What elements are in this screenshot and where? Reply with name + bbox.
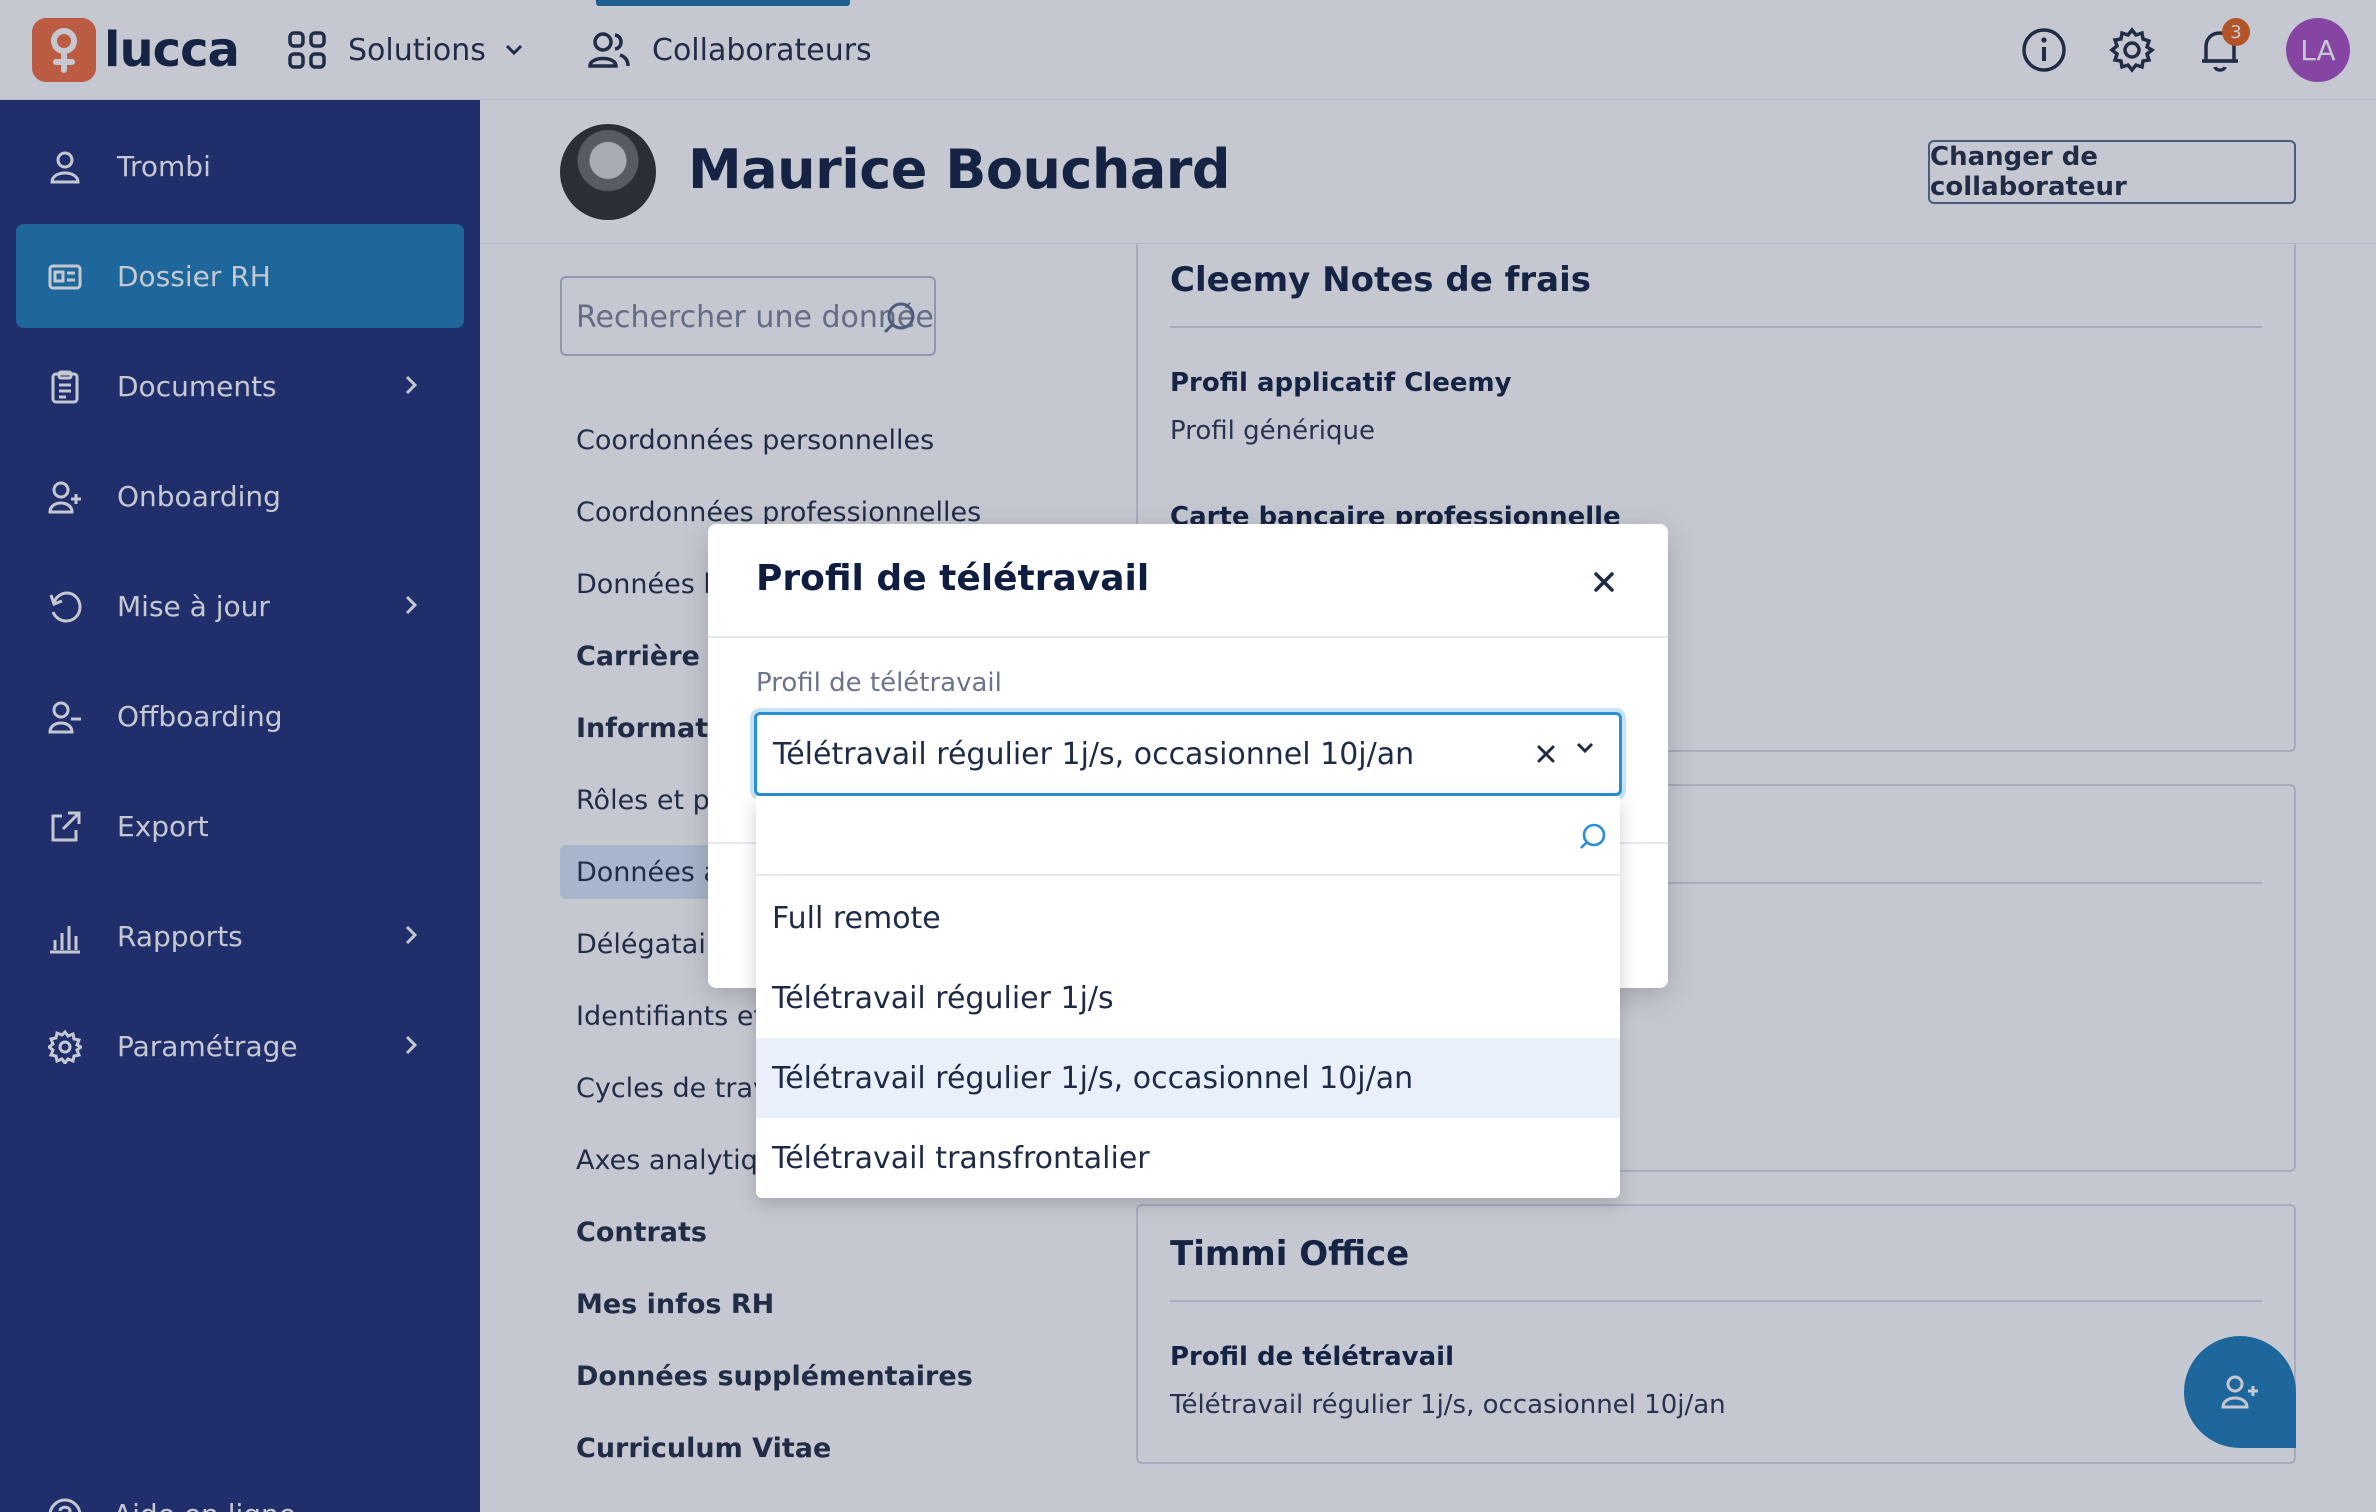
dropdown-search-input[interactable] (756, 796, 1620, 876)
field-label: Profil de télétravail (756, 668, 1002, 698)
dropdown-option[interactable]: Télétravail transfrontalier (756, 1118, 1620, 1198)
clear-selection-button[interactable] (1531, 739, 1561, 769)
dialog-divider (708, 636, 1668, 638)
chevron-down-icon[interactable] (1575, 741, 1595, 755)
close-icon (1594, 572, 1614, 592)
select-dropdown-panel: Full remote Télétravail régulier 1j/s Té… (756, 796, 1620, 1198)
close-icon (1537, 745, 1555, 763)
select-current-value: Télétravail régulier 1j/s, occasionnel 1… (773, 737, 1415, 772)
dropdown-option-selected[interactable]: Télétravail régulier 1j/s, occasionnel 1… (756, 1038, 1620, 1118)
telework-profile-select[interactable]: Télétravail régulier 1j/s, occasionnel 1… (754, 712, 1622, 796)
search-icon (1580, 823, 1606, 849)
dropdown-option[interactable]: Full remote (756, 878, 1620, 958)
dialog-title: Profil de télétravail (756, 558, 1150, 599)
close-button[interactable] (1584, 562, 1624, 602)
dropdown-option[interactable]: Télétravail régulier 1j/s (756, 958, 1620, 1038)
